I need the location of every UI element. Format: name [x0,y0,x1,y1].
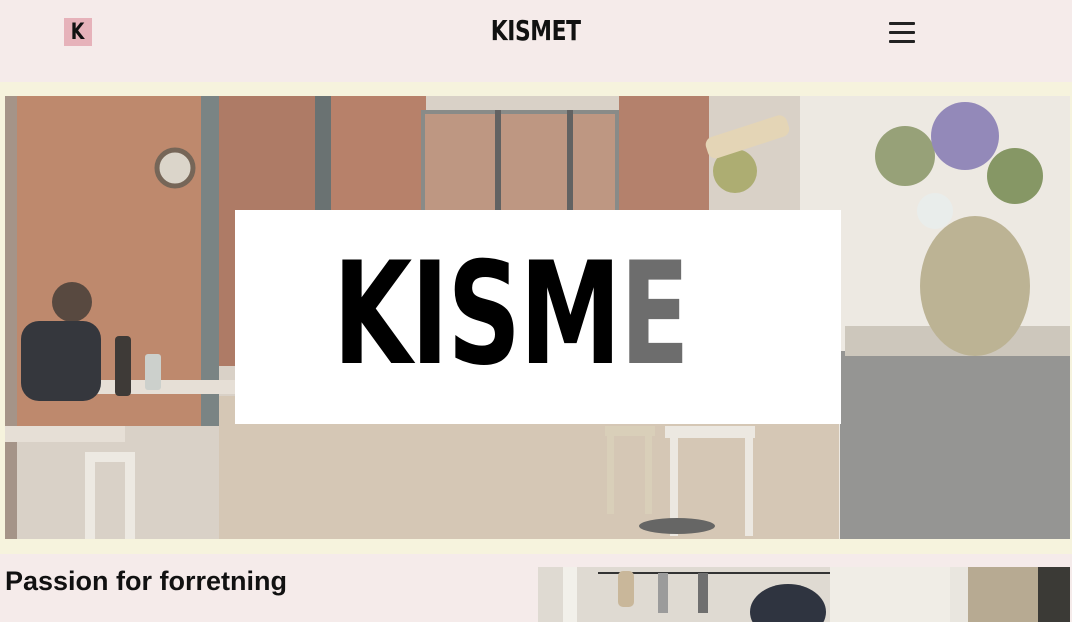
brand-text: KISMET [491,14,581,47]
hero-logo-card: KISME [235,210,841,424]
hero-word-dark: KISM [333,232,621,397]
hero-logo-word: KISME [333,240,690,390]
site-header: K KISMET [0,0,1072,82]
kitchen-staff-photo [538,567,1070,622]
hero-image: KISME [5,96,1070,539]
section-heading: Passion for forretning [5,566,288,596]
hamburger-menu-icon[interactable] [889,22,915,44]
hero-word-light: E [619,232,690,397]
